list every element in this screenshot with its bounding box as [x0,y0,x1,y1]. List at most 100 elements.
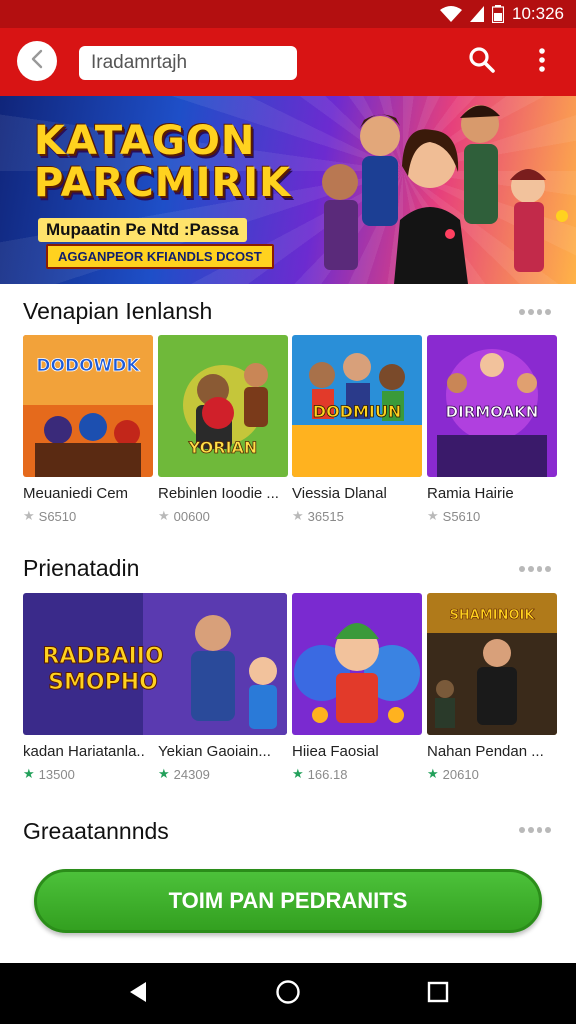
status-icons: 10:326 [440,4,564,24]
dot [527,827,534,833]
game-tile[interactable]: DODOWDK Meuaniedi Cem ★ S6510 [23,335,153,524]
rating-value: 20610 [442,766,479,782]
game-name: Nahan Pendan ... [427,743,544,760]
game-thumbnail: DODOWDK [23,335,153,477]
star-icon: ★ [23,766,35,781]
section-title: Prienatadin [23,555,140,581]
signal-icon [470,6,484,22]
game-name: Hiiea Faosial [292,743,379,760]
game-rating: ★ 24309 [158,766,210,782]
status-time: 10:326 [512,4,564,23]
game-rating: ★ 13500 [23,766,75,782]
game-name: Ramia Hairie [427,485,514,502]
primary-cta-button[interactable]: TOIM PAN PEDRANITS [34,869,542,933]
recents-square-icon [427,981,449,1008]
game-thumbnail: YORIAN [158,335,288,477]
game-tile[interactable]: Hiiea Faosial ★ 166.18 [292,593,422,782]
nav-home-button[interactable] [274,979,302,1010]
rating-value: 13500 [38,766,75,782]
star-icon: ★ [292,766,304,781]
game-tile[interactable]: DODMIUN Viessia Dlanal ★ 36515 [292,335,422,524]
nav-recents-button[interactable] [424,980,452,1008]
more-options-button[interactable] [525,45,559,79]
wifi-icon [440,6,462,22]
game-name: Yekian Gaoiain... [158,743,271,760]
game-rating: ★ 00600 [158,508,210,524]
game-art: YORIAN [158,335,288,477]
section-title: Greaatannnds [23,818,169,844]
game-name: kadan Hariatanla.. [23,743,145,760]
game-thumbnail: DODMIUN [292,335,422,477]
dot [545,566,551,572]
dot [527,309,534,315]
rating-value: 36515 [307,508,344,524]
game-art [292,593,422,735]
svg-text:DODOWDK: DODOWDK [36,356,140,376]
rating-value: 24309 [173,766,210,782]
back-arrow-icon [29,49,45,74]
dot [545,309,551,315]
svg-text:DODMIUN: DODMIUN [313,402,401,421]
game-thumbnail: SHAMINOIK [427,593,557,735]
search-input[interactable] [79,46,297,80]
game-tile[interactable]: DIRMOAKN Ramia Hairie ★ S5610 [427,335,557,524]
game-name: Viessia Dlanal [292,485,387,502]
game-tile-wide[interactable]: RADBAIIO SMOPHO kadan Hariatanla.. ★ 13500… [23,593,287,782]
dot [519,309,525,315]
home-circle-icon [275,979,301,1010]
banner-title: KATAGON PARCMIRIK [34,118,292,206]
dot [545,827,551,833]
section-more-button[interactable] [519,306,551,318]
app-bar [0,28,576,96]
svg-text:DIRMOAKN: DIRMOAKN [446,403,539,421]
banner-subtitle: Mupaatin Pe Ntd :Passa [38,218,247,242]
section-more-button[interactable] [519,824,551,836]
svg-text:YORIAN: YORIAN [188,438,258,457]
svg-text:SHAMINOIK: SHAMINOIK [450,608,536,623]
game-art: DIRMOAKN [427,335,557,477]
promo-banner[interactable]: KATAGON PARCMIRIK Mupaatin Pe Ntd :Passa… [0,96,576,284]
back-triangle-icon [128,981,148,1008]
back-button[interactable] [17,41,57,81]
star-icon: ★ [427,766,439,781]
star-icon: ★ [158,508,170,523]
game-rating: ★ S6510 [23,508,76,524]
game-art: DODMIUN [292,335,422,477]
game-tile[interactable]: SHAMINOIK Nahan Pendan ... ★ 20610 [427,593,557,782]
search-icon [468,46,496,79]
star-icon: ★ [158,766,170,781]
game-rating: ★ S5610 [427,508,480,524]
section-more-button[interactable] [519,563,551,575]
game-art: RADBAIIO SMOPHO [23,593,287,735]
battery-icon [492,5,504,23]
game-thumbnail: RADBAIIO SMOPHO [23,593,287,735]
system-nav-bar [0,963,576,1024]
dot [519,827,525,833]
star-icon: ★ [292,508,304,523]
svg-text:RADBAIIOSMOPHO: RADBAIIO SMOPHO [42,644,163,695]
more-vertical-icon [538,47,546,78]
star-icon: ★ [23,508,35,523]
game-thumbnail: DIRMOAKN [427,335,557,477]
dot [536,309,543,315]
search-button[interactable] [465,45,499,79]
game-art: SHAMINOIK [427,593,557,735]
dot [536,827,543,833]
rating-value: S6510 [38,508,77,524]
status-bar: 10:326 [0,0,576,28]
dot [536,566,543,572]
nav-back-button[interactable] [124,980,152,1008]
dot [519,566,525,572]
rating-value: 166.18 [307,766,348,782]
dot [527,566,534,572]
game-thumbnail [292,593,422,735]
game-rating: ★ 166.18 [292,766,347,782]
game-name: Meuaniedi Cem [23,485,129,502]
star-icon: ★ [427,508,439,523]
rating-value: 00600 [173,508,210,524]
game-tile[interactable]: YORIAN Rebinlen Ioodie ... ★ 00600 [158,335,288,524]
banner-ribbon: AGGANPEOR KFIANDLS DCOST [46,244,274,269]
game-name: Rebinlen Ioodie ... [158,485,279,502]
section-title: Venapian Ienlansh [23,298,213,324]
game-rating: ★ 20610 [427,766,479,782]
